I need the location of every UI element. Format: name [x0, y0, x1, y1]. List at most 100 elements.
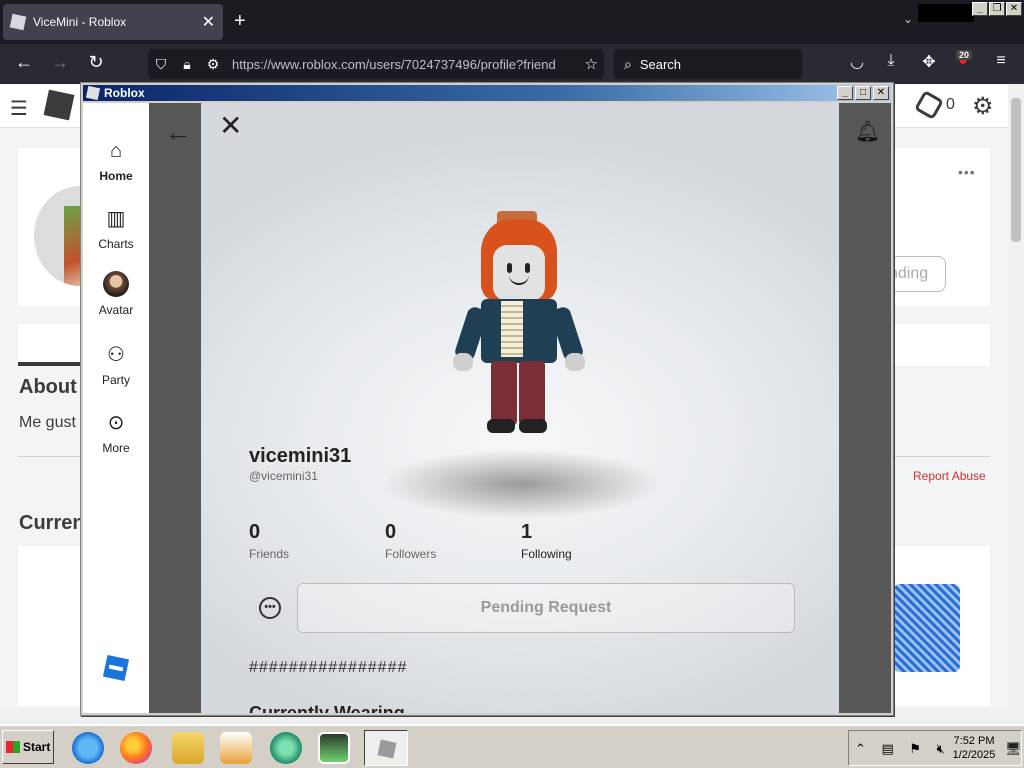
charts-icon: ▥ — [106, 208, 126, 230]
report-abuse-link[interactable]: Report Abuse — [913, 469, 986, 483]
windows-flag-icon — [6, 741, 20, 753]
avatar-item-thumbnail[interactable] — [894, 584, 960, 672]
currently-wearing-heading: Curren — [19, 512, 85, 534]
clock-date: 1/2/2025 — [952, 749, 996, 761]
menu-icon[interactable]: ≡ — [990, 52, 1012, 70]
hamburger-menu-icon[interactable]: ☰ — [10, 96, 28, 121]
lock-icon[interactable]: 🔒︎ — [174, 56, 200, 73]
active-tab-indicator — [18, 362, 80, 366]
robux-count: 0 — [946, 96, 955, 113]
minimize-icon[interactable]: _ — [972, 2, 988, 16]
clock[interactable]: 7:52 PM 1/2/2025 — [949, 734, 999, 762]
popup-title-bar[interactable]: Roblox _ □ ✕ — [83, 85, 891, 101]
avatar-shirt — [501, 301, 523, 357]
list-tabs-chevron-icon[interactable]: ⌄ — [903, 12, 913, 26]
new-tab-button[interactable]: + — [234, 10, 246, 33]
url-bar[interactable]: ⛉ 🔒︎ ⚙︎ https://www.roblox.com/users/702… — [148, 49, 604, 79]
popup-maximize-icon[interactable]: □ — [855, 86, 871, 100]
restore-icon[interactable]: ❐ — [989, 2, 1005, 16]
pocket-icon[interactable]: ◡ — [846, 52, 868, 72]
title-bar-overlay — [918, 4, 974, 22]
roblox-logo-icon[interactable] — [43, 89, 75, 121]
browser-nav-bar: ← → ↻ ⛉ 🔒︎ ⚙︎ https://www.roblox.com/use… — [0, 44, 1024, 84]
popup-minimize-icon[interactable]: _ — [837, 86, 853, 100]
avatar-hand — [453, 353, 473, 371]
forward-arrow-icon[interactable]: → — [48, 52, 72, 73]
close-sheet-icon[interactable]: ✕ — [219, 109, 242, 142]
internet-explorer-icon[interactable] — [72, 732, 104, 764]
avatar-leg — [491, 361, 517, 425]
following-label: Following — [521, 547, 572, 561]
tray-icons[interactable]: ⌃ ▤ ⚑ 🔇︎ — [855, 741, 951, 757]
following-stat[interactable]: 1 Following — [521, 521, 572, 561]
roblox-studio-logo-icon[interactable] — [102, 654, 130, 682]
party-icon: ⚇ — [107, 344, 125, 366]
back-arrow-icon[interactable]: ← — [165, 117, 191, 148]
avatar-hand — [565, 353, 585, 371]
nav-avatar[interactable]: Avatar — [83, 271, 149, 317]
reload-icon[interactable]: ↻ — [84, 52, 108, 73]
firefox-icon[interactable] — [120, 732, 152, 764]
settings-gear-icon[interactable]: ⚙ — [972, 92, 994, 121]
task-monitor-icon[interactable] — [318, 732, 350, 764]
main-view: ← 🔔︎ ✕ vicemini31 @vicemini31 0 Friends … — [149, 103, 891, 713]
bookmark-star-icon[interactable]: ☆ — [585, 55, 598, 73]
about-text: Me gust — [19, 414, 76, 431]
monitor-icon[interactable]: 🖥︎ — [1005, 741, 1022, 757]
more-options-icon[interactable]: ••• — [958, 164, 976, 180]
file-explorer-icon[interactable] — [172, 732, 204, 764]
close-icon[interactable]: ✕ — [1006, 2, 1022, 16]
side-nav: ⌂ Home ▥ Charts Avatar ⚇ Party ⊙ More — [83, 103, 149, 713]
vertical-scrollbar[interactable] — [1008, 84, 1024, 724]
following-count: 1 — [521, 521, 533, 543]
dimmed-left: ← — [149, 103, 201, 713]
more-icon: ⊙ — [107, 412, 125, 434]
tab-close-icon[interactable]: ✕ — [202, 12, 215, 32]
about-text: ################ — [249, 659, 408, 676]
search-icon: ⌕ — [624, 55, 632, 72]
avatar-shadow — [381, 449, 661, 519]
nav-charts[interactable]: ▥ Charts — [83, 207, 149, 251]
robux-balance[interactable]: 0 — [913, 89, 955, 121]
popup-close-icon[interactable]: ✕ — [873, 86, 889, 100]
browser-tab-bar: ViceMini - Roblox ✕ + ⌄ _ ❐ ✕ — [0, 0, 1024, 44]
nav-party[interactable]: ⚇ Party — [83, 343, 149, 387]
friends-stat[interactable]: 0 Friends — [249, 521, 289, 561]
extensions-icon[interactable]: ✥ — [918, 52, 940, 72]
avatar-eye — [507, 263, 512, 273]
more-options-icon[interactable]: ••• — [259, 597, 281, 619]
avatar-3d-render[interactable] — [453, 207, 587, 447]
permissions-icon[interactable]: ⚙︎ — [200, 56, 226, 73]
browser-tab[interactable]: ViceMini - Roblox ✕ — [3, 4, 223, 40]
search-input[interactable]: ⌕ Search — [614, 49, 802, 79]
system-tray: ⌃ ▤ ⚑ 🔇︎ 7:52 PM 1/2/2025 🖥︎ — [848, 730, 1022, 766]
downloads-icon[interactable]: ⤓ — [880, 52, 902, 70]
avatar-leg — [519, 361, 545, 425]
roblox-window-icon — [85, 85, 101, 101]
about-heading: About — [19, 376, 77, 398]
start-button[interactable]: Start — [2, 730, 54, 764]
avatar-shoe — [519, 419, 547, 433]
roblox-task-button[interactable] — [364, 730, 408, 766]
browser-window-controls: _ ❐ ✕ — [972, 2, 1022, 16]
scrollbar-thumb[interactable] — [1011, 98, 1021, 242]
roblox-taskbar-icon — [377, 739, 397, 759]
nav-home[interactable]: ⌂ Home — [83, 139, 149, 183]
nav-more[interactable]: ⊙ More — [83, 411, 149, 455]
notification-bell-icon[interactable]: 🔔︎ — [855, 119, 880, 144]
tab-title: ViceMini - Roblox — [33, 15, 127, 29]
dimmed-right: 🔔︎ — [839, 103, 891, 713]
taskbar: Start ⌃ ▤ ⚑ 🔇︎ 7:52 PM 1/2/2025 🖥︎ — [0, 724, 1024, 768]
nav-avatar-label: Avatar — [98, 303, 134, 317]
profile-sheet: ✕ vicemini31 @vicemini31 0 Friends 0 Fol… — [201, 103, 839, 713]
shield-icon[interactable]: ⛉ — [148, 56, 174, 73]
back-arrow-icon[interactable]: ← — [12, 52, 36, 73]
pending-request-button[interactable]: Pending Request — [297, 583, 795, 633]
nav-party-label: Party — [101, 373, 130, 387]
followers-label: Followers — [385, 547, 437, 561]
messenger-icon[interactable] — [270, 732, 302, 764]
followers-stat[interactable]: 0 Followers — [385, 521, 436, 561]
url-text[interactable]: https://www.roblox.com/users/7024737496/… — [232, 57, 564, 72]
media-player-icon[interactable] — [220, 732, 252, 764]
username: @vicemini31 — [249, 469, 318, 483]
